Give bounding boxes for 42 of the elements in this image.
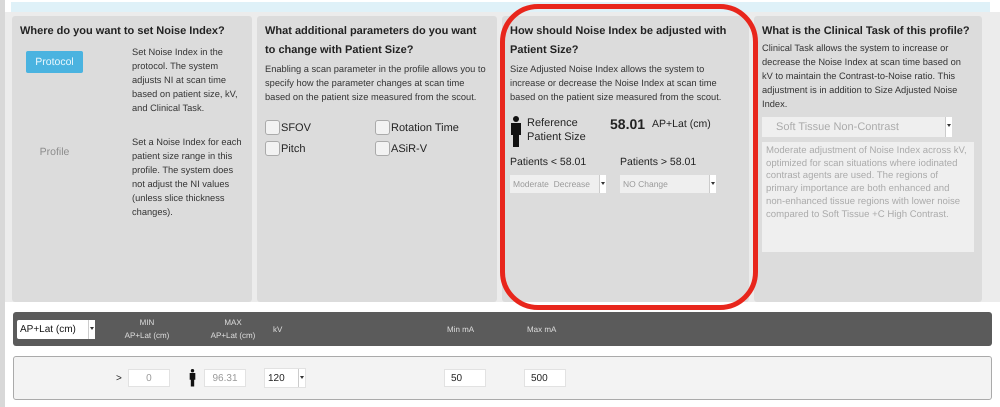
column-header: kV: [272, 324, 284, 336]
adjustment-dropdown[interactable]: NO Change: [620, 175, 716, 193]
reference-value: 58.01: [610, 116, 646, 132]
column-header: MIN AP+Lat (cm): [124, 317, 170, 342]
kv-dropdown[interactable]: 120: [264, 368, 306, 388]
person-icon: [510, 116, 522, 148]
option-description: Set Noise Index in the protocol. The system adjusts NI at scan time based on patient size, kV, and Clinical Task.: [132, 46, 239, 115]
option-description: Set a Noise Index for each patient size range in this profile. The system does not adjust the NI values (unless slice thickness changes).: [132, 136, 243, 219]
checkbox-label: Rotation Time: [391, 122, 459, 134]
max-field[interactable]: 96.31: [204, 369, 246, 387]
reference-label: Reference Patient Size: [527, 116, 587, 144]
max-ma-field[interactable]: 500: [524, 369, 566, 387]
checkbox[interactable]: [265, 120, 280, 135]
column-header: MAX AP+Lat (cm): [210, 317, 256, 342]
checkbox[interactable]: [265, 141, 280, 156]
panel-title: Where do you want to set Noise Index?: [20, 24, 226, 39]
panel-description: Enabling a scan parameter in the profile allows you to specify how the parameter changes at scan time based on the patient size measured from the scout.: [265, 63, 487, 104]
size-unit-dropdown[interactable]: AP+Lat (cm): [17, 320, 95, 338]
panel-description: Clinical Task allows the system to increase or decrease the Noise Index at scan time based on kV to maintain the Contrast-to-Noise ratio. This adjustment is in addition to Size Adjusted Noise Index.: [762, 42, 962, 111]
panel-title: How should Noise Index be adjusted with Patient Size?: [510, 24, 728, 58]
min-ma-field[interactable]: 50: [444, 369, 486, 387]
checkbox-label: SFOV: [281, 122, 311, 134]
option-button[interactable]: Profile: [26, 141, 83, 163]
checkbox-label: Pitch: [281, 142, 306, 154]
panel-title: What additional parameters do you want to change with Patient Size?: [265, 24, 478, 58]
clinical-task-dropdown[interactable]: Soft Tissue Non-Contrast: [762, 117, 952, 137]
min-field[interactable]: 0: [128, 369, 170, 387]
operator-text: >: [116, 372, 122, 384]
column-header: Max mA: [526, 324, 558, 336]
checkbox[interactable]: [375, 141, 390, 156]
task-description-field[interactable]: Moderate adjustment of Noise Index across kV, optimized for scan situations where iodinated contrast agents are used. The regions of primary importance are both enhanced and non-enhanced tissue regions with lower noise compared to Soft Tissue +C High Contrast.: [762, 142, 974, 252]
reference-unit: AP+Lat (cm): [652, 117, 711, 132]
option-button[interactable]: Protocol: [26, 51, 83, 73]
checkbox-label: ASiR-V: [391, 142, 428, 154]
range-label: Patients < 58.01: [510, 156, 588, 168]
checkbox[interactable]: [375, 120, 390, 135]
panel-description: Size Adjusted Noise Index allows the system to increase or decrease the Noise Index at scan time based on the patient size measured from the scout.: [510, 63, 722, 104]
adjustment-dropdown[interactable]: Moderate Decrease: [510, 175, 606, 193]
range-label: Patients > 58.01: [620, 156, 698, 168]
panel-title: What is the Clinical Task of this profile?: [762, 24, 971, 39]
person-icon: [188, 369, 196, 387]
column-header: Min mA: [446, 324, 476, 336]
